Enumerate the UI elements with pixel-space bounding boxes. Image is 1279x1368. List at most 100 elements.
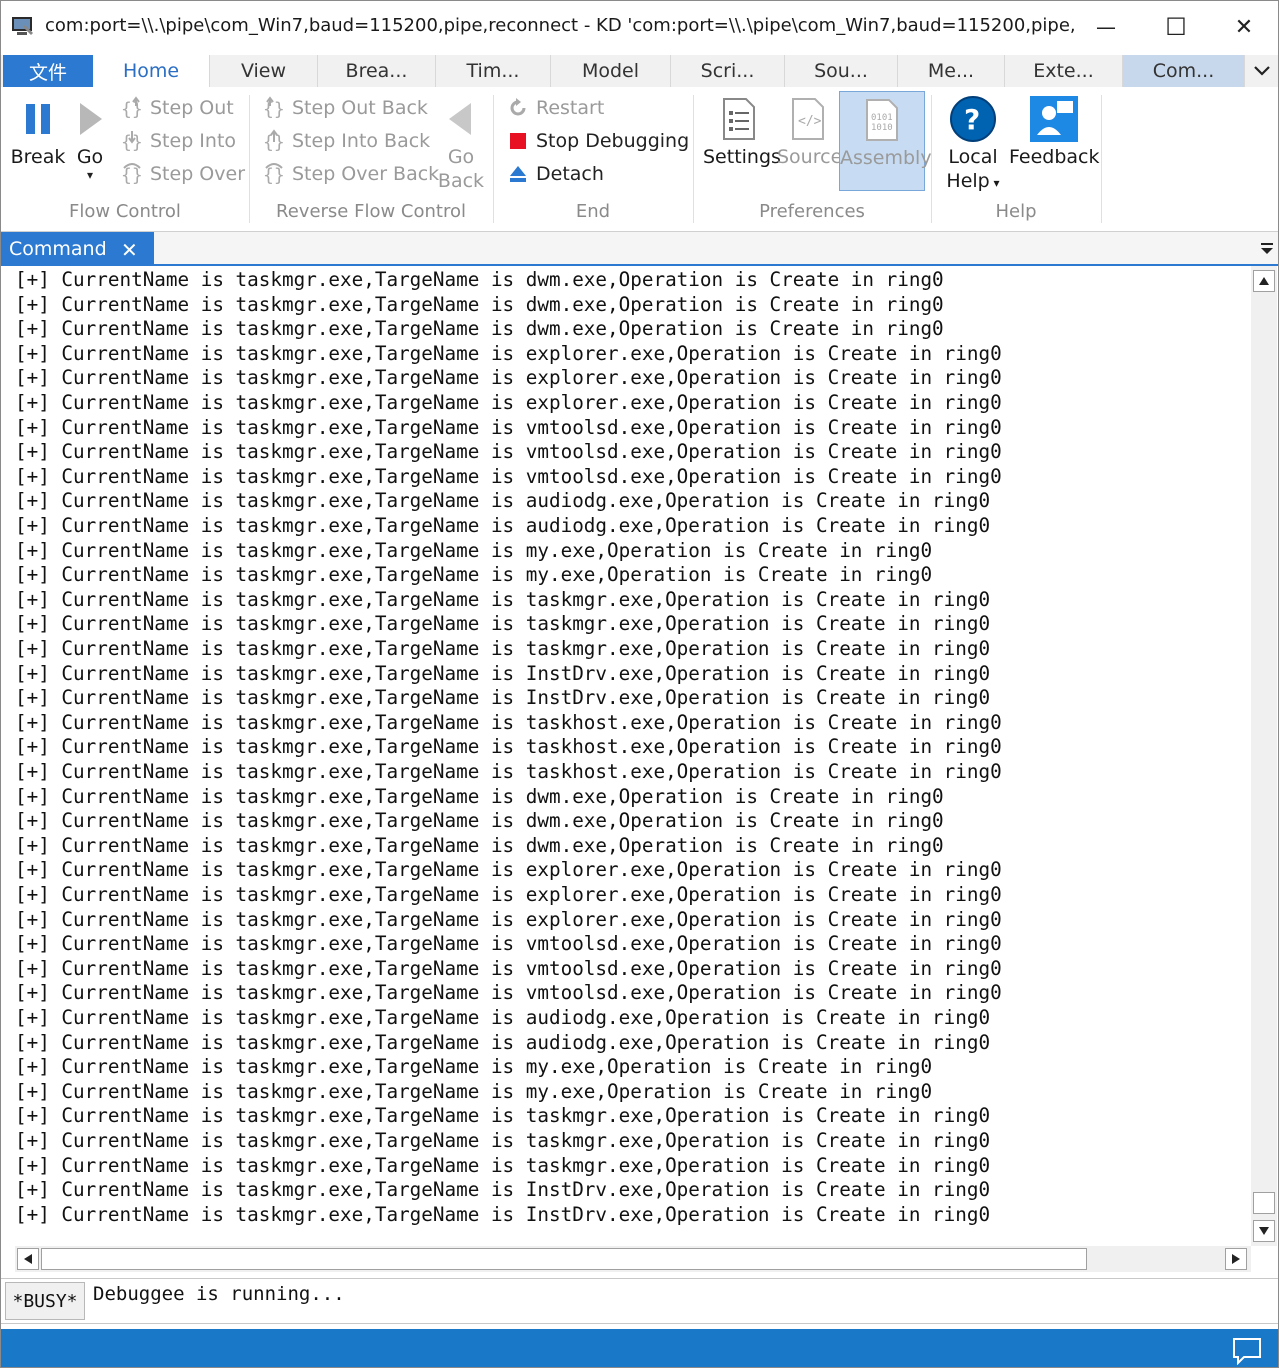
tab-command[interactable]: Com... [1123,55,1245,87]
scroll-right-icon[interactable] [1225,1248,1247,1270]
step-over-button[interactable]: {} Step Over [119,159,245,189]
output-line: [+] CurrentName is taskmgr.exe,TargeName… [15,1178,991,1202]
step-over-icon: {} [119,161,145,187]
flow-control-group-label: Flow Control [69,201,181,222]
detach-button[interactable]: Detach [505,159,604,189]
output-line: [+] CurrentName is taskmgr.exe,TargeName… [15,1030,991,1054]
break-label: Break [10,146,66,168]
output-line: [+] CurrentName is taskmgr.exe,TargeName… [15,661,991,685]
source-button[interactable]: </> Source [777,93,843,169]
restart-button[interactable]: Restart [505,93,604,123]
scroll-up-icon[interactable] [1253,270,1275,292]
output-line: [+] CurrentName is taskmgr.exe,TargeName… [15,858,1002,882]
scroll-down-icon[interactable] [1253,1220,1275,1242]
go-button[interactable]: Go ▾ [71,93,109,181]
output-line: [+] CurrentName is taskmgr.exe,TargeName… [15,538,933,562]
source-label: Source [777,146,843,168]
tab-scripting[interactable]: Scri... [671,55,785,87]
close-button[interactable]: ✕ [1210,1,1278,53]
preferences-group-label: Preferences [759,201,865,222]
horizontal-scrollbar[interactable] [15,1246,1251,1272]
go-back-label-line1: Go [447,146,475,168]
output-line: [+] CurrentName is taskmgr.exe,TargeName… [15,1104,991,1128]
output-line: [+] CurrentName is taskmgr.exe,TargeName… [15,341,1002,365]
output-line: [+] CurrentName is taskmgr.exe,TargeName… [15,637,991,660]
restart-icon [505,95,531,121]
step-over-back-button[interactable]: {} Step Over Back [261,159,439,189]
maximize-button[interactable]: ☐ [1142,1,1210,53]
feedback-button[interactable]: Feedback [1009,93,1099,169]
step-out-back-label: Step Out Back [292,97,428,119]
windbg-app-icon [11,15,35,37]
busy-prompt: *BUSY* [5,1282,85,1320]
output-line: [+] CurrentName is taskmgr.exe,TargeName… [15,956,1002,980]
tab-extensions[interactable]: Exte... [1005,55,1123,87]
output-line: [+] CurrentName is taskmgr.exe,TargeName… [15,735,1002,759]
output-line: [+] CurrentName is taskmgr.exe,TargeName… [15,809,944,833]
step-out-button[interactable]: {} Step Out [119,93,234,123]
eject-icon [505,161,531,187]
output-line: [+] CurrentName is taskmgr.exe,TargeName… [15,833,944,857]
tab-home[interactable]: Home [93,55,210,87]
step-out-back-button[interactable]: {} Step Out Back [261,93,428,123]
output-line: [+] CurrentName is taskmgr.exe,TargeName… [15,563,933,587]
ribbon-panel: Break Go ▾ {} Step Out {} Step Into {} S… [1,87,1278,232]
settings-button[interactable]: Settings [703,93,781,169]
output-line: [+] CurrentName is taskmgr.exe,TargeName… [15,1006,991,1029]
go-back-button[interactable]: Go Back [435,93,487,193]
output-line: [+] CurrentName is taskmgr.exe,TargeName… [15,932,1002,956]
output-line: [+] CurrentName is taskmgr.exe,TargeName… [15,268,944,291]
output-line: [+] CurrentName is taskmgr.exe,TargeName… [15,760,1002,783]
assembly-button[interactable]: 0101 1010 Assembly [839,91,932,191]
command-output: [+] CurrentName is taskmgr.exe,TargeName… [1,266,1251,1246]
output-line: [+] CurrentName is taskmgr.exe,TargeName… [15,440,1002,464]
tab-timelines[interactable]: Tim... [436,55,551,87]
vertical-scrollbar[interactable] [1251,266,1277,1246]
break-button[interactable]: Break [9,93,67,169]
horizontal-scroll-thumb[interactable] [41,1248,1087,1270]
tab-model[interactable]: Model [551,55,671,87]
svg-text:</>: </> [798,114,822,129]
output-line: [+] CurrentName is taskmgr.exe,TargeName… [15,883,1002,906]
play-icon [71,93,109,145]
step-out-back-icon: {} [261,95,287,121]
go-dropdown-icon[interactable]: ▾ [71,169,109,181]
minimize-button[interactable]: — [1072,1,1140,53]
output-line: [+] CurrentName is taskmgr.exe,TargeName… [15,514,991,537]
step-into-back-icon: {} [261,128,287,154]
svg-text:1010: 1010 [871,123,893,133]
stop-debugging-button[interactable]: Stop Debugging [505,126,689,156]
go-label: Go [76,146,104,168]
help-group-label: Help [995,201,1037,222]
command-input[interactable]: Debuggee is running... [93,1283,345,1305]
output-line: [+] CurrentName is taskmgr.exe,TargeName… [15,1202,991,1226]
scroll-left-icon[interactable] [17,1248,39,1270]
step-out-label: Step Out [150,97,234,119]
vertical-scroll-thumb[interactable] [1253,1192,1275,1214]
step-over-label: Step Over [150,163,245,185]
detach-label: Detach [536,163,604,185]
status-bar [1,1329,1278,1367]
step-over-back-icon: {} [261,161,287,187]
tab-source[interactable]: Sou... [785,55,898,87]
tab-view[interactable]: View [210,55,318,87]
chat-bubble-icon[interactable] [1232,1337,1262,1367]
tab-memory[interactable]: Me... [898,55,1005,87]
assembly-label: Assembly [840,147,932,169]
local-help-dropdown-icon[interactable]: ▾ [990,176,1000,190]
step-into-back-button[interactable]: {} Step Into Back [261,126,430,156]
tab-breakpoints[interactable]: Brea... [318,55,436,87]
close-icon[interactable]: ✕ [121,238,138,262]
ribbon-collapse-chevron-icon[interactable] [1253,61,1271,83]
command-tab[interactable]: Command ✕ [1,232,154,266]
tab-file[interactable]: 文件 [3,55,93,87]
output-line: [+] CurrentName is taskmgr.exe,TargeName… [15,612,991,636]
group-divider [931,95,932,223]
question-circle-icon: ? [941,93,1005,145]
output-line: [+] CurrentName is taskmgr.exe,TargeName… [15,1153,991,1177]
pane-menu-dropdown-icon[interactable] [1260,240,1274,259]
command-input-row: *BUSY* Debuggee is running... [1,1278,1278,1324]
local-help-button[interactable]: ? Local Help ▾ [941,93,1005,195]
step-into-button[interactable]: {} Step Into [119,126,236,156]
group-divider [1101,95,1102,223]
